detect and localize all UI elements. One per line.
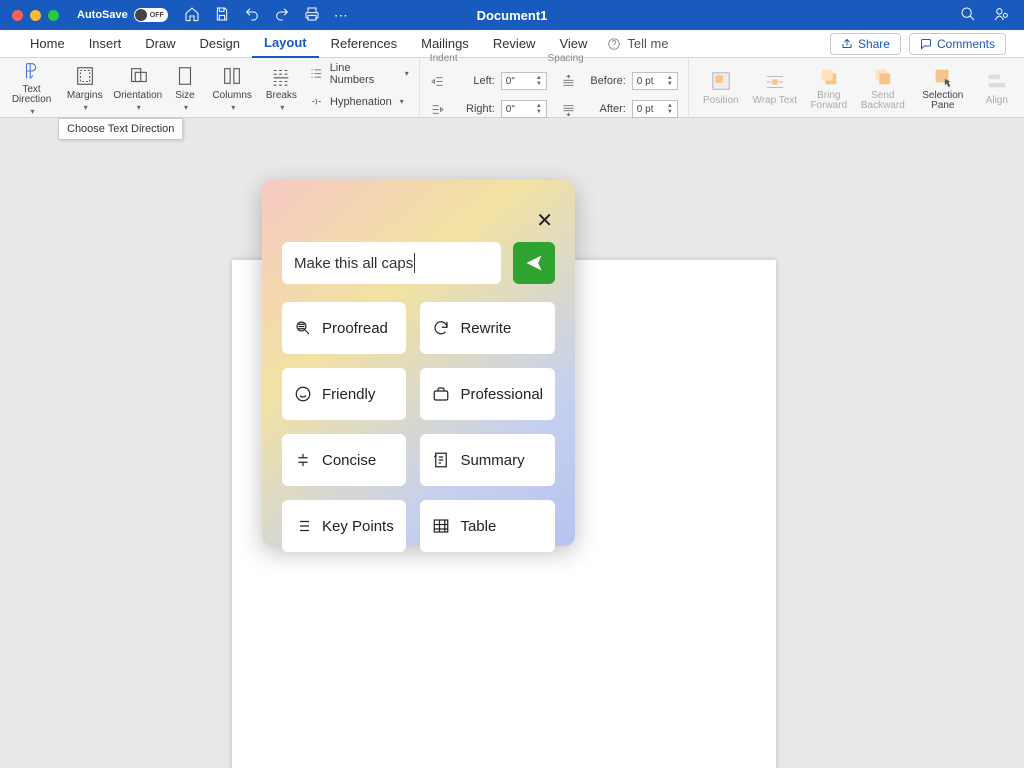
window-controls bbox=[0, 10, 59, 21]
spacing-title: Spacing bbox=[548, 53, 584, 64]
ai-option-table[interactable]: Table bbox=[420, 500, 555, 552]
margins-icon bbox=[73, 64, 97, 88]
minimize-window[interactable] bbox=[30, 10, 41, 21]
tab-insert[interactable]: Insert bbox=[77, 30, 134, 58]
wrap-icon bbox=[763, 70, 787, 94]
close-icon[interactable]: ✕ bbox=[536, 208, 553, 233]
tooltip: Choose Text Direction bbox=[58, 118, 183, 140]
orientation-button[interactable]: Orientation▾ bbox=[112, 60, 163, 116]
text-direction-icon bbox=[20, 60, 44, 83]
titlebar: AutoSave OFF ⋯ Document1 bbox=[0, 0, 1024, 30]
line-numbers-button[interactable]: Line Numbers▾ bbox=[309, 61, 409, 87]
share-button[interactable]: Share bbox=[830, 33, 901, 55]
columns-icon bbox=[220, 64, 244, 88]
tab-layout[interactable]: Layout bbox=[252, 30, 319, 58]
size-icon bbox=[173, 64, 197, 88]
undo-icon[interactable] bbox=[244, 6, 260, 25]
breaks-button[interactable]: Breaks▾ bbox=[260, 60, 303, 116]
tab-design[interactable]: Design bbox=[188, 30, 252, 58]
redo-icon[interactable] bbox=[274, 6, 290, 25]
account-icon[interactable] bbox=[994, 6, 1010, 25]
ai-option-friendly[interactable]: Friendly bbox=[282, 368, 406, 420]
ai-assistant-popup: ✕ Make this all caps Proofread Rewrite bbox=[262, 180, 575, 546]
close-window[interactable] bbox=[12, 10, 23, 21]
autosave[interactable]: AutoSave OFF bbox=[77, 8, 168, 22]
ribbon: Text Direction▾ Margins▾ Orientation▾ Si… bbox=[0, 58, 1024, 118]
ai-option-professional[interactable]: Professional bbox=[420, 368, 555, 420]
home-icon[interactable] bbox=[184, 6, 200, 25]
comments-button[interactable]: Comments bbox=[909, 33, 1006, 55]
hyphenation-button[interactable]: Hyphenation▾ bbox=[309, 89, 409, 115]
more-icon[interactable]: ⋯ bbox=[334, 7, 350, 24]
text-direction-button[interactable]: Text Direction▾ bbox=[6, 60, 57, 116]
autosave-toggle[interactable]: OFF bbox=[134, 8, 168, 22]
size-button[interactable]: Size▾ bbox=[165, 60, 204, 116]
margins-button[interactable]: Margins▾ bbox=[59, 60, 110, 116]
document-area: ✕ Make this all caps Proofread Rewrite bbox=[0, 118, 1024, 768]
columns-button[interactable]: Columns▾ bbox=[207, 60, 258, 116]
ai-option-summary[interactable]: Summary bbox=[420, 434, 555, 486]
position-icon bbox=[709, 69, 733, 93]
tab-home[interactable]: Home bbox=[18, 30, 77, 58]
save-icon[interactable] bbox=[214, 6, 230, 25]
bring-forward-button: Bring Forward bbox=[803, 60, 855, 116]
zoom-window[interactable] bbox=[48, 10, 59, 21]
breaks-icon bbox=[269, 64, 293, 88]
autosave-label: AutoSave bbox=[77, 9, 128, 21]
tab-references[interactable]: References bbox=[319, 30, 409, 58]
quick-access-toolbar: ⋯ bbox=[184, 6, 350, 25]
send-backward-icon bbox=[871, 65, 895, 89]
ai-option-rewrite[interactable]: Rewrite bbox=[420, 302, 555, 354]
indent-left-input[interactable]: 0"▲▼ bbox=[501, 72, 547, 90]
bring-forward-icon bbox=[817, 65, 841, 89]
orientation-icon bbox=[126, 64, 150, 88]
align-icon bbox=[985, 69, 1009, 93]
print-icon[interactable] bbox=[304, 6, 320, 25]
wrap-text-button: Wrap Text bbox=[749, 60, 801, 116]
indent-right-input[interactable]: 0"▲▼ bbox=[501, 100, 547, 118]
selection-pane-icon bbox=[931, 65, 955, 89]
search-icon[interactable] bbox=[960, 6, 976, 25]
document-title: Document1 bbox=[477, 8, 548, 23]
indent-left-row: Left: 0"▲▼ bbox=[430, 68, 547, 94]
ai-option-concise[interactable]: Concise bbox=[282, 434, 406, 486]
spacing-after-input[interactable]: 0 pt▲▼ bbox=[632, 100, 678, 118]
spacing-before-input[interactable]: 0 pt▲▼ bbox=[632, 72, 678, 90]
spacing-before-row: Before: 0 pt▲▼ bbox=[561, 68, 678, 94]
indent-title: Indent bbox=[430, 53, 458, 64]
tell-me[interactable]: Tell me bbox=[607, 36, 668, 51]
tab-draw[interactable]: Draw bbox=[133, 30, 187, 58]
position-button: Position bbox=[695, 60, 747, 116]
send-backward-button: Send Backward bbox=[857, 60, 909, 116]
ai-prompt-input[interactable]: Make this all caps bbox=[282, 242, 501, 284]
align-button: Align bbox=[977, 60, 1017, 116]
selection-pane-button[interactable]: Selection Pane bbox=[911, 60, 975, 116]
ai-option-proofread[interactable]: Proofread bbox=[282, 302, 406, 354]
send-button[interactable] bbox=[513, 242, 555, 284]
ai-option-key-points[interactable]: Key Points bbox=[282, 500, 406, 552]
